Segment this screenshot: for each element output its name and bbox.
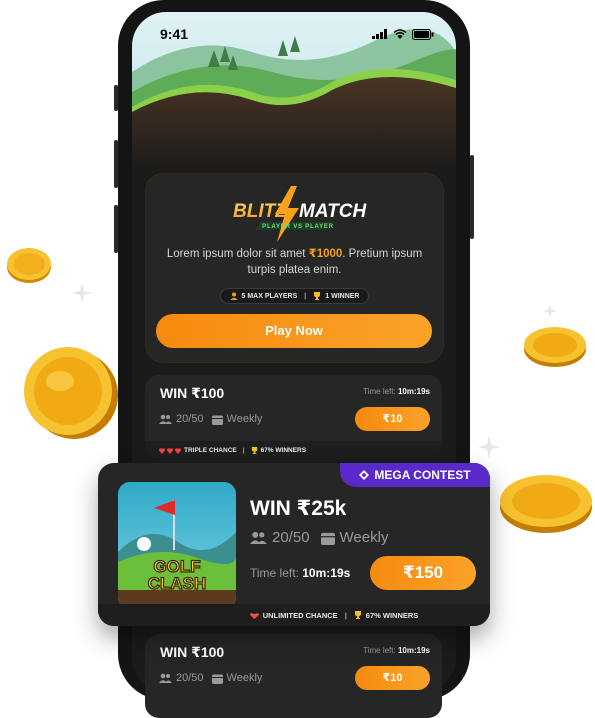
sparkle-icon — [72, 283, 92, 303]
join-contest-button[interactable]: ₹10 — [355, 666, 430, 690]
users-icon — [159, 414, 172, 424]
contest-meta: 20/50 Weekly — [159, 672, 262, 684]
contest-meta: 20/50 Weekly — [159, 413, 262, 425]
users-icon — [159, 673, 172, 683]
coin-icon — [500, 475, 592, 533]
status-time: 9:41 — [160, 26, 189, 42]
mega-contest-card: MEGA CONTEST GOLF CLASH WIN ₹25k 20/50 W… — [98, 463, 490, 626]
trophy-icon — [354, 611, 361, 619]
mega-contest-meta: 20/50 Weekly — [250, 529, 388, 546]
blitz-chips: 5 MAX PLAYERS | 1 WINNER — [146, 288, 443, 304]
contest-title: WIN ₹100 — [160, 644, 225, 660]
mega-time-left: Time left: 10m:19s — [250, 566, 351, 580]
phone-power-button — [470, 155, 474, 239]
heart-icon — [159, 447, 181, 454]
phone-side-button — [114, 140, 118, 188]
mega-contest-badge: MEGA CONTEST — [340, 463, 490, 487]
blitz-description: Lorem ipsum dolor sit amet ₹1000. Pretiu… — [166, 248, 423, 276]
join-contest-button[interactable]: ₹10 — [355, 407, 430, 431]
game-name-clash: CLASH — [148, 574, 207, 593]
calendar-icon — [320, 532, 335, 545]
contest-card: WIN ₹100 Time left: 10m:19s 20/50 Weekly… — [145, 634, 442, 718]
play-now-button[interactable]: Play Now — [156, 314, 432, 348]
players-icon — [230, 292, 238, 300]
sparkle-icon — [478, 436, 500, 458]
lightning-icon — [274, 186, 299, 242]
trophy-icon — [251, 446, 257, 454]
heart-icon — [249, 612, 259, 619]
blitz-subtitle: PLAYER VS PLAYER — [262, 224, 334, 230]
coin-icon — [7, 248, 51, 283]
join-mega-contest-button[interactable]: ₹150 — [370, 556, 476, 590]
golf-clash-thumbnail: GOLF CLASH — [118, 482, 236, 609]
trophy-icon — [314, 292, 321, 300]
phone-side-button — [114, 85, 118, 111]
wifi-icon — [393, 29, 407, 39]
users-icon — [250, 531, 267, 544]
coin-icon — [24, 347, 118, 439]
coin-icon — [524, 327, 586, 367]
calendar-icon — [211, 674, 223, 684]
phone-side-button — [114, 205, 118, 253]
blitz-match-card: BLITZ MATCH PLAYER VS PLAYER Lorem ipsum… — [145, 173, 444, 363]
status-bar: 9:41 — [160, 26, 434, 42]
calendar-icon — [211, 415, 223, 425]
contest-footer: TRIPLE CHANCE | 67% WINNERS — [145, 441, 442, 459]
blitz-logo-right: MATCH — [299, 201, 367, 222]
contest-time-left: Time left: 10m:19s — [363, 646, 430, 655]
contest-card: WIN ₹100 Time left: 10m:19s 20/50 Weekly… — [145, 375, 442, 459]
mega-contest-footer: UNLIMITED CHANCE | 67% WINNERS — [98, 604, 490, 626]
mega-contest-title: WIN ₹25k — [250, 497, 347, 520]
contest-time-left: Time left: 10m:19s — [363, 387, 430, 396]
diamond-icon — [359, 470, 370, 480]
blitz-match-logo: BLITZ MATCH PLAYER VS PLAYER — [146, 184, 443, 244]
sparkle-icon — [543, 304, 557, 318]
blitz-info-chip: 5 MAX PLAYERS | 1 WINNER — [219, 288, 370, 304]
signal-icon — [372, 29, 387, 39]
contest-title: WIN ₹100 — [160, 385, 225, 401]
battery-icon — [412, 28, 434, 40]
